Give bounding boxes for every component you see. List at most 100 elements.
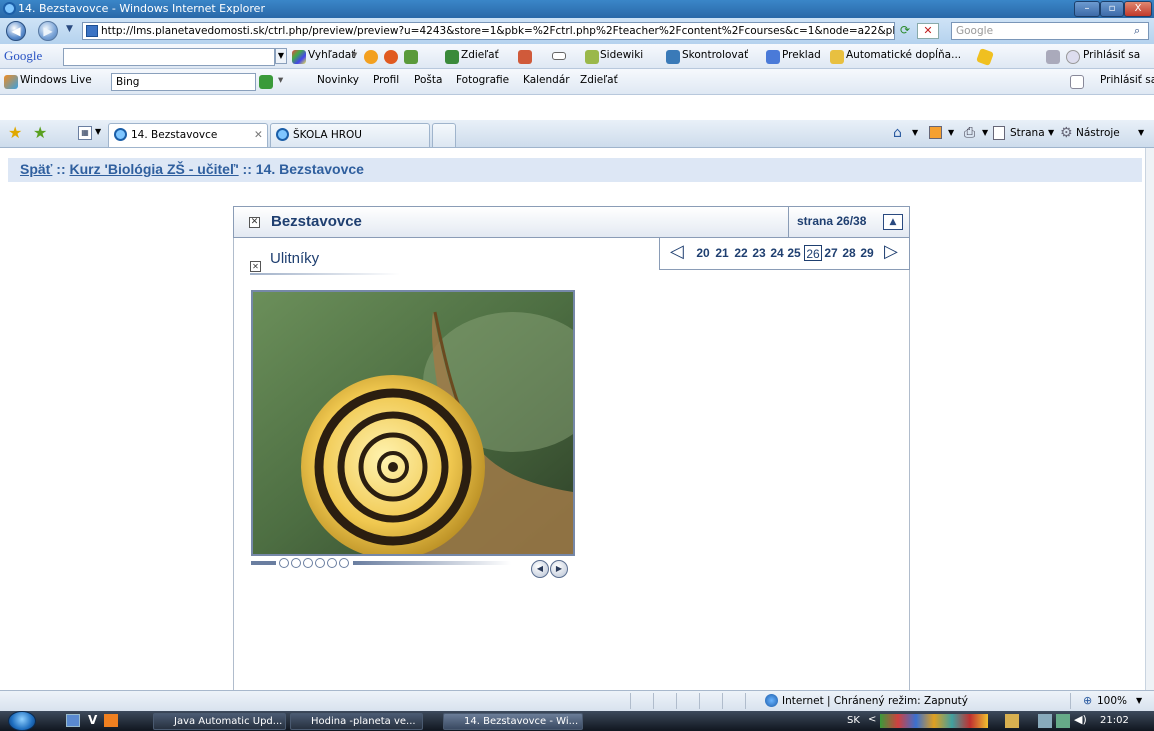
slide-dot[interactable] [315,558,325,568]
link-novinky[interactable]: Novinky [317,74,359,86]
page-link[interactable]: 29 [859,245,875,261]
slide-dot[interactable] [303,558,313,568]
zoom-dropdown-icon[interactable]: ▼ [1136,696,1142,705]
new-tab-button[interactable] [432,123,456,147]
page-link[interactable]: 20 [695,245,711,261]
back-link[interactable]: Späť [20,161,52,177]
page-link[interactable]: 22 [733,245,749,261]
clock[interactable]: 21:02 [1100,715,1129,726]
bing-search-icon[interactable] [259,75,273,89]
address-input[interactable]: http://lms.planetavedomosti.sk/ctrl.php/… [82,22,895,40]
network-icon[interactable] [1038,714,1052,728]
sidewiki-icon[interactable] [585,50,599,64]
popup-icon[interactable] [384,50,398,64]
share-button[interactable]: Zdieľať [461,49,499,61]
course-link[interactable]: Kurz 'Biológia ZŠ - učiteľ' [70,161,239,177]
page-link[interactable]: 23 [751,245,767,261]
google-search-input[interactable] [63,48,275,66]
feeds-icon[interactable] [929,126,942,139]
zoom-level[interactable]: 100% [1097,695,1127,707]
checkbox-icon[interactable] [1070,75,1084,89]
google-search-icon[interactable] [292,50,306,64]
quicklaunch-icon[interactable]: V [88,713,97,727]
spellcheck-icon[interactable] [666,50,680,64]
tab-skola-hrou[interactable]: ŠKOLA HROU [270,123,430,147]
current-page[interactable]: 26 [804,245,822,261]
print-icon[interactable]: ⎙ [964,125,975,141]
taskbar-bezstavovce[interactable]: 14. Bezstavovce - Wi... [443,713,583,730]
pager-toggle-button[interactable]: ▲ [883,214,903,230]
start-button[interactable] [8,711,36,731]
bing-dropdown-icon[interactable]: ▾ [278,74,283,86]
volume-icon[interactable]: ◀) [1074,713,1087,726]
page-link[interactable]: 28 [841,245,857,261]
tools-menu[interactable]: Nástroje [1076,127,1120,139]
close-button[interactable]: X [1124,1,1152,17]
refresh-icon[interactable]: ⟳ [897,23,913,39]
home-icon[interactable]: ⌂ [893,125,902,141]
google-signin-link[interactable]: Prihlásiť sa [1083,49,1140,61]
link-profil[interactable]: Profil [373,74,399,86]
translate-button[interactable]: Preklad [782,49,821,61]
spellcheck-button[interactable]: Skontrolovať [682,49,748,61]
sidewiki-button[interactable]: Sidewiki [600,49,643,61]
autofill-button[interactable]: Automatické dopĺňa... [846,49,961,61]
slide-dot[interactable] [279,558,289,568]
google-dropdown-icon[interactable]: ▼ [275,48,287,64]
page-link[interactable]: 24 [769,245,785,261]
stop-icon[interactable]: ✕ [917,23,939,39]
slide-dot[interactable] [327,558,337,568]
media-player-icon[interactable] [104,714,118,727]
pencil-icon[interactable] [976,48,994,66]
collapse-icon[interactable]: ✕ [249,217,260,228]
prev-page-icon[interactable]: ◁ [670,241,684,262]
favorites-star-icon[interactable]: ★ [8,123,22,142]
show-desktop-icon[interactable] [66,714,80,727]
search-icon[interactable]: ⌕ [1134,24,1140,38]
home-dropdown-icon[interactable]: ▼ [912,128,918,137]
frame-icon[interactable] [552,52,566,60]
tab-bezstavovce[interactable]: 14. Bezstavovce ✕ [108,123,268,147]
live-signin-link[interactable]: Prihlásiť sa [1100,74,1154,86]
tab-close-icon[interactable]: ✕ [254,124,263,146]
plus-icon[interactable] [404,50,418,64]
taskbar-java-update[interactable]: Java Automatic Upd... [153,713,286,730]
page-link[interactable]: 21 [714,245,730,261]
taskbar-hodina[interactable]: Hodina -planeta ve... [290,713,423,730]
language-indicator[interactable]: SK [847,715,860,726]
bookmark-icon[interactable] [364,50,378,64]
share-icon[interactable] [445,50,459,64]
tray-icons[interactable] [880,714,988,728]
page-link[interactable]: 25 [786,245,802,261]
wrench-icon[interactable] [1046,50,1060,64]
prev-slide-icon[interactable]: ◀ [531,560,549,578]
security-zone-text[interactable]: Internet | Chránený režim: Zapnutý [782,695,968,707]
maximize-button[interactable]: ▫ [1100,1,1124,17]
dropdown-icon[interactable]: ▾ [352,49,357,61]
quick-tabs-icon[interactable]: ▦ [78,126,92,140]
print-dropdown-icon[interactable]: ▼ [982,128,988,137]
slide-dot[interactable] [291,558,301,568]
tab-list-dropdown-icon[interactable]: ▼ [95,127,101,136]
power-icon[interactable] [1056,714,1070,728]
history-dropdown-icon[interactable]: ▼ [66,24,73,34]
page-menu[interactable]: Strana [1010,127,1045,139]
section-collapse-icon[interactable]: ✕ [250,261,261,272]
folder-icon[interactable] [1005,714,1019,728]
vertical-scrollbar[interactable] [1145,148,1154,690]
show-hidden-icons-icon[interactable]: < [868,714,876,725]
minimize-button[interactable]: – [1074,1,1100,17]
search-input[interactable]: Google [951,22,1149,40]
next-page-icon[interactable]: ▷ [884,241,898,262]
link-posta[interactable]: Pošta [414,74,442,86]
forward-arrow-icon[interactable]: ▶ [38,21,58,41]
link-fotografie[interactable]: Fotografie [456,74,509,86]
search-button[interactable]: Vyhľadať [308,49,355,61]
page-link[interactable]: 27 [823,245,839,261]
translate-icon[interactable] [766,50,780,64]
next-slide-icon[interactable]: ▶ [550,560,568,578]
slide-dot[interactable] [339,558,349,568]
bing-search-input[interactable]: Bing [111,73,256,91]
add-favorite-icon[interactable]: ★ [33,123,47,142]
tools-menu-dropdown-icon[interactable]: ▼ [1138,128,1144,137]
